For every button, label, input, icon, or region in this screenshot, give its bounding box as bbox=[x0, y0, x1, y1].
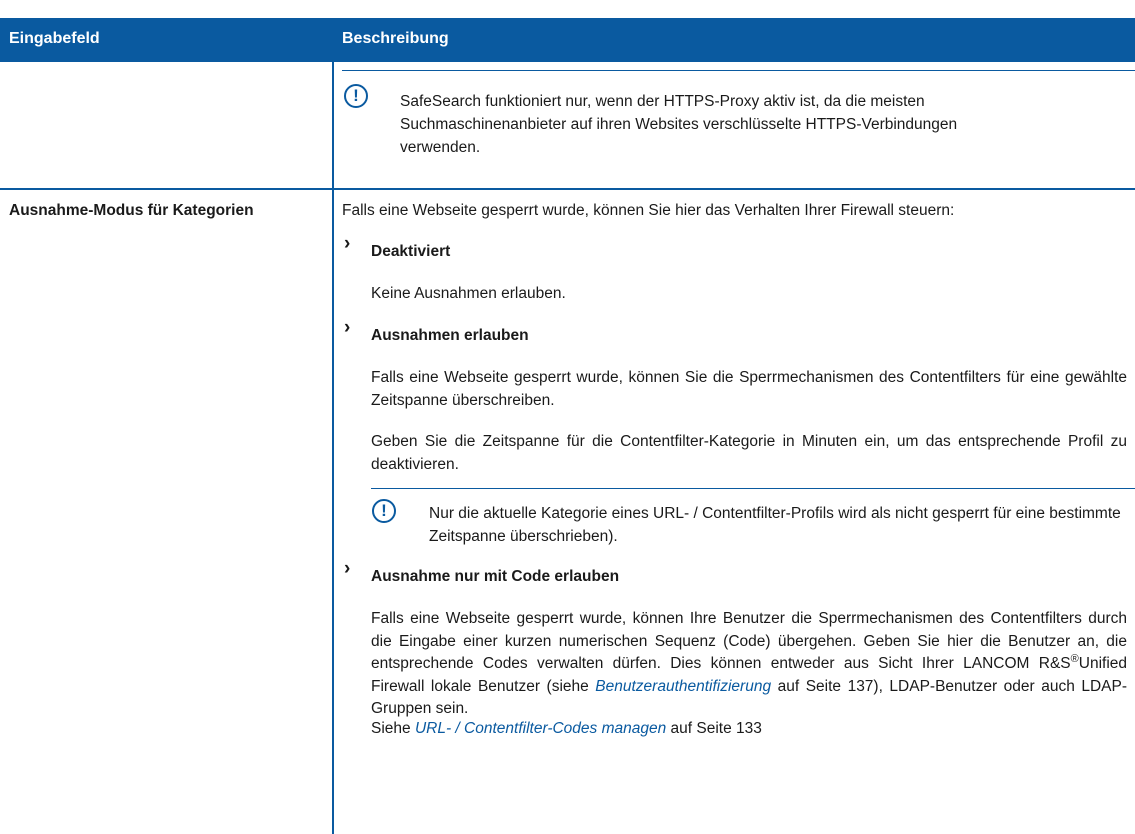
option-ausnahmen-para-1: Falls eine Webseite gesperrt wurde, könn… bbox=[371, 369, 1127, 409]
option-deaktiviert-title: Deaktiviert bbox=[371, 243, 451, 260]
option-code-text-part-1: Falls eine Webseite gesperrt wurde, könn… bbox=[371, 610, 1127, 672]
option-ausnahmen-para-2: Geben Sie die Zeitspanne für die Content… bbox=[371, 433, 1127, 473]
note-line-2: Suchmaschinenanbieter auf ihren Websites… bbox=[400, 116, 958, 133]
inner-note-top-rule bbox=[371, 488, 1135, 489]
chevron-right-icon: › bbox=[344, 233, 351, 254]
see-prefix: Siehe bbox=[371, 720, 415, 737]
field-name: Ausnahme-Modus für Kategorien bbox=[9, 202, 254, 219]
column-divider bbox=[332, 62, 334, 834]
chevron-right-icon: › bbox=[344, 558, 351, 579]
row-divider bbox=[0, 188, 1135, 190]
option-deaktiviert-text: Keine Ausnahmen erlauben. bbox=[371, 285, 566, 302]
exclamation-circle-icon: ! bbox=[344, 84, 368, 108]
option-ausnahmen-title: Ausnahmen erlauben bbox=[371, 327, 529, 344]
note-top-rule bbox=[342, 70, 1135, 71]
link-contentfilter-codes[interactable]: URL- / Contentfilter-Codes managen bbox=[415, 720, 666, 737]
see-also-line: Siehe URL- / Contentfilter-Codes managen… bbox=[371, 718, 762, 741]
option-code-title: Ausnahme nur mit Code erlauben bbox=[371, 568, 620, 585]
note-line-3: verwenden. bbox=[400, 139, 481, 156]
note-line-1: SafeSearch funktioniert nur, wenn der HT… bbox=[400, 93, 925, 110]
intro-text: Falls eine Webseite gesperrt wurde, könn… bbox=[342, 202, 955, 219]
exclamation-circle-icon: ! bbox=[372, 499, 396, 523]
inner-note-text: Nur die aktuelle Kategorie eines URL- / … bbox=[429, 505, 1121, 545]
table-header: Eingabefeld Beschreibung bbox=[0, 18, 1135, 62]
registered-mark: ® bbox=[1070, 653, 1079, 665]
link-benutzerauthentifizierung[interactable]: Benutzerauthentifizierung bbox=[595, 678, 771, 695]
document-page: Eingabefeld Beschreibung ! SafeSearch fu… bbox=[0, 0, 1135, 834]
chevron-right-icon: › bbox=[344, 317, 351, 338]
header-beschreibung: Beschreibung bbox=[342, 30, 449, 47]
header-eingabefeld: Eingabefeld bbox=[9, 30, 100, 47]
option-code-paragraph: Falls eine Webseite gesperrt wurde, könn… bbox=[371, 608, 1127, 721]
see-suffix: auf Seite 133 bbox=[666, 720, 762, 737]
